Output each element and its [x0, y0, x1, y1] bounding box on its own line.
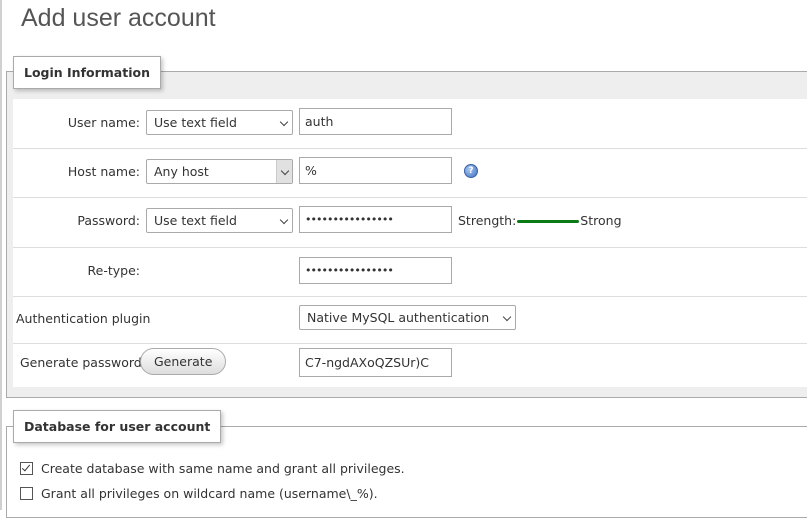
- username-row: User name: Use text field auth: [13, 99, 807, 149]
- hostname-type-value: Any host: [154, 164, 209, 179]
- username-type-select[interactable]: Use text field: [146, 110, 293, 135]
- login-information-fieldset: User name: Use text field auth Host name…: [6, 71, 807, 398]
- create-database-checkbox[interactable]: [20, 462, 33, 475]
- chevron-down-icon: [502, 312, 512, 322]
- strength-value: Strong: [580, 213, 622, 228]
- hostname-type-select[interactable]: Any host: [146, 159, 293, 184]
- chevron-down-icon: [279, 117, 289, 127]
- chevron-down-icon: [279, 215, 289, 225]
- page-title: Add user account: [21, 4, 216, 32]
- auth-plugin-row: Authentication plugin Native MySQL authe…: [13, 297, 807, 344]
- auth-plugin-value: Native MySQL authentication: [307, 310, 490, 325]
- grant-wildcard-checkbox[interactable]: [20, 487, 33, 500]
- hostname-row: Host name: Any host % ?: [13, 149, 807, 198]
- database-legend: Database for user account: [13, 410, 222, 443]
- generate-password-row: Generate password: Generate C7-ngdAXoQZS…: [13, 344, 807, 387]
- username-type-value: Use text field: [154, 115, 237, 130]
- check-icon: [21, 462, 31, 472]
- password-row: Password: Use text field •••••••••••••••…: [13, 198, 807, 248]
- password-input[interactable]: ••••••••••••••••: [299, 206, 452, 233]
- strength-meter: [517, 220, 580, 223]
- hostname-input[interactable]: %: [299, 157, 452, 184]
- auth-plugin-label: Authentication plugin: [16, 311, 151, 326]
- auth-plugin-select[interactable]: Native MySQL authentication: [299, 305, 516, 330]
- password-strength: Strength: Strong: [458, 213, 622, 228]
- retype-label: Re-type:: [87, 263, 140, 278]
- generated-password-field[interactable]: C7-ngdAXoQZSUr)C: [299, 348, 452, 377]
- retype-input[interactable]: ••••••••••••••••: [299, 257, 452, 284]
- strength-label: Strength:: [458, 213, 517, 228]
- left-border: [0, 0, 2, 510]
- username-input[interactable]: auth: [299, 108, 452, 135]
- create-database-label[interactable]: Create database with same name and grant…: [41, 461, 405, 476]
- username-label: User name:: [67, 115, 140, 130]
- grant-wildcard-label[interactable]: Grant all privileges on wildcard name (u…: [41, 486, 378, 501]
- password-type-select[interactable]: Use text field: [146, 208, 293, 233]
- login-information-legend: Login Information: [13, 56, 161, 89]
- retype-row: Re-type: ••••••••••••••••: [13, 248, 807, 297]
- generate-button[interactable]: Generate: [140, 348, 227, 375]
- password-label: Password:: [77, 213, 140, 228]
- hostname-label: Host name:: [67, 164, 140, 179]
- password-type-value: Use text field: [154, 213, 237, 228]
- generate-password-label: Generate password:: [20, 355, 146, 370]
- help-icon[interactable]: ?: [464, 164, 478, 178]
